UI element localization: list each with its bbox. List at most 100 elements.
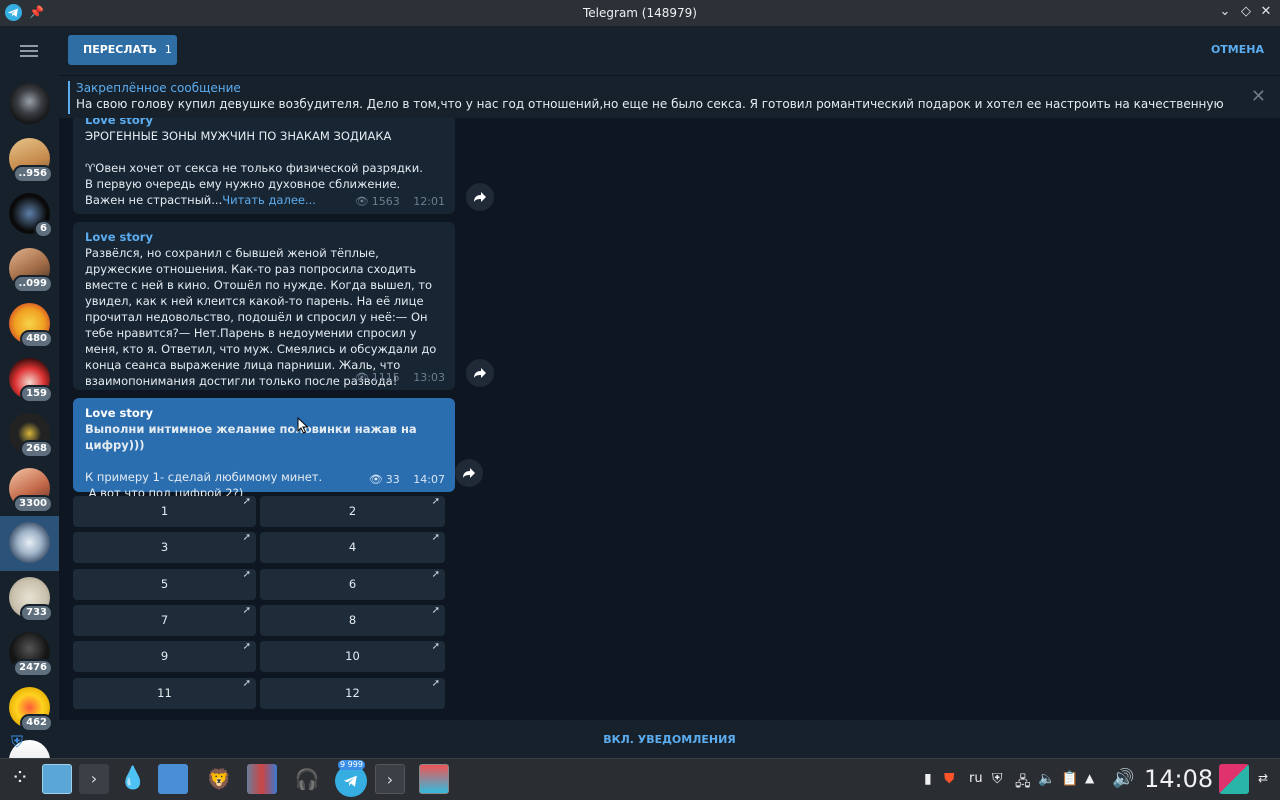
message-heading: ЭРОГЕННЫЕ ЗОНЫ МУЖЧИН ПО ЗНАКАМ ЗОДИАКА bbox=[85, 129, 392, 143]
tray-expand-icon[interactable]: ▲ bbox=[1085, 771, 1094, 785]
terminal-icon[interactable]: › bbox=[79, 764, 109, 794]
brave-tray-icon[interactable]: ⛊ bbox=[944, 771, 955, 787]
chat-item[interactable]: 268 bbox=[0, 407, 59, 462]
inline-button-12[interactable]: 12 ➚ bbox=[260, 678, 445, 709]
keyboard-layout[interactable]: ru bbox=[969, 771, 983, 786]
close-icon[interactable]: ✕ bbox=[1251, 86, 1266, 107]
message-bubble-selected[interactable]: Love story Выполни интимное желание поло… bbox=[73, 398, 455, 500]
views-count: 1115 bbox=[371, 371, 400, 384]
external-link-icon: ➚ bbox=[431, 605, 440, 616]
clipboard-icon[interactable]: 📋 bbox=[1061, 771, 1078, 787]
shield-icon: ⛨ bbox=[11, 732, 24, 751]
chat-item[interactable]: ⛨ bbox=[0, 732, 59, 758]
mouse-cursor-icon bbox=[297, 417, 309, 434]
close-window-icon[interactable]: ✕ bbox=[1257, 4, 1275, 19]
chat-item[interactable]: ..956 bbox=[0, 132, 59, 187]
inline-button-6[interactable]: 6 ➚ bbox=[260, 569, 445, 600]
unread-badge: 3300 bbox=[13, 495, 53, 513]
chat-item[interactable]: 480 bbox=[0, 297, 59, 352]
minimize-icon[interactable]: ⌄ bbox=[1216, 4, 1234, 19]
external-link-icon: ➚ bbox=[242, 678, 251, 689]
views-count: 1563 bbox=[371, 195, 400, 208]
forward-button[interactable]: ПЕРЕСЛАТЬ 1 bbox=[68, 35, 177, 65]
chat-item-active[interactable] bbox=[0, 516, 59, 571]
external-link-icon: ➚ bbox=[242, 641, 251, 652]
chat-item[interactable]: ..099 bbox=[0, 242, 59, 297]
share-icon[interactable] bbox=[466, 359, 494, 387]
maximize-icon[interactable]: ◇ bbox=[1237, 4, 1255, 19]
menu-icon[interactable] bbox=[20, 45, 38, 57]
unread-badge: 480 bbox=[20, 330, 53, 348]
share-icon[interactable] bbox=[466, 183, 494, 211]
shield-tray-icon[interactable]: ⛨ bbox=[992, 771, 1003, 787]
inline-button-5[interactable]: 5 ➚ bbox=[73, 569, 256, 600]
audio-editor-icon[interactable] bbox=[247, 764, 277, 794]
message-author: Love story bbox=[85, 230, 153, 244]
telegram-unread-badge: 9 999 bbox=[338, 760, 365, 770]
chat-item[interactable]: 3300 bbox=[0, 462, 59, 517]
external-link-icon: ➚ bbox=[242, 532, 251, 543]
external-link-icon: ➚ bbox=[242, 496, 251, 507]
screenshot-icon[interactable] bbox=[419, 764, 449, 794]
inline-button-2[interactable]: 2 ➚ bbox=[260, 496, 445, 527]
network-icon[interactable]: 🖧 bbox=[1015, 771, 1031, 795]
message-time: 12:01 bbox=[413, 195, 445, 208]
unread-badge: 6 bbox=[34, 220, 53, 238]
external-link-icon: ➚ bbox=[431, 569, 440, 580]
read-more-link[interactable]: Читать далее... bbox=[222, 193, 316, 207]
message-bubble[interactable]: Love story ЭРОГЕННЫЕ ЗОНЫ МУЖЧИН ПО ЗНАК… bbox=[73, 118, 455, 214]
views-icon: 👁 bbox=[354, 371, 369, 384]
chat-item[interactable]: 159 bbox=[0, 352, 59, 407]
views-icon: 👁 bbox=[354, 195, 369, 208]
message-meta: 👁 1115 13:03 bbox=[355, 370, 445, 386]
external-link-icon: ➚ bbox=[431, 678, 440, 689]
chat-item[interactable]: 6 bbox=[0, 187, 59, 242]
show-desktop-icon[interactable] bbox=[1219, 764, 1249, 794]
enable-notifications-button[interactable]: ВКЛ. УВЕДОМЛЕНИЯ bbox=[59, 720, 1280, 758]
brave-icon[interactable]: 🦁 bbox=[204, 764, 234, 794]
clock[interactable]: 14:08 bbox=[1144, 765, 1213, 793]
inline-button-10[interactable]: 10 ➚ bbox=[260, 641, 445, 672]
taskbar: ⁘ › 💧 🦁 🎧 9 999 › ▮ ⛊ ru ⛨ 🖧 🔈 📋 ▲ 🔊 14:… bbox=[0, 758, 1280, 800]
desktop-icon[interactable] bbox=[42, 764, 72, 794]
unread-badge: 733 bbox=[20, 604, 53, 622]
chat-item[interactable] bbox=[0, 77, 59, 132]
chat-item[interactable]: 462 bbox=[0, 681, 59, 736]
unread-badge: 268 bbox=[20, 440, 53, 458]
message-time: 13:03 bbox=[413, 371, 445, 384]
terminal-icon[interactable]: › bbox=[375, 764, 405, 794]
inline-button-1[interactable]: 1 ➚ bbox=[73, 496, 256, 527]
avatar bbox=[9, 522, 50, 563]
inline-button-9[interactable]: 9 ➚ bbox=[73, 641, 256, 672]
forward-label: ПЕРЕСЛАТЬ bbox=[83, 43, 157, 56]
inline-button-8[interactable]: 8 ➚ bbox=[260, 605, 445, 636]
browser-drop-icon[interactable]: 💧 bbox=[118, 764, 148, 794]
title-bar: 📌 Telegram (148979) ⌄ ◇ ✕ bbox=[0, 0, 1280, 26]
panel-settings-icon[interactable]: ⇄ bbox=[1258, 771, 1268, 785]
chat-item[interactable]: 733 bbox=[0, 571, 59, 626]
message-bubble[interactable]: Love story Развёлся, но сохранил с бывше… bbox=[73, 222, 455, 390]
chat-list-sidebar: ..956 6 ..099 480 159 268 3300 733 2476 … bbox=[0, 26, 59, 758]
chat-item[interactable]: 2476 bbox=[0, 626, 59, 681]
telegram-taskbar-icon[interactable]: 9 999 bbox=[335, 760, 367, 797]
selection-header: ПЕРЕСЛАТЬ 1 ОТМЕНА bbox=[59, 26, 1280, 75]
inline-button-4[interactable]: 4 ➚ bbox=[260, 532, 445, 563]
volume-icon[interactable]: 🔊 bbox=[1112, 768, 1134, 789]
external-link-icon: ➚ bbox=[242, 605, 251, 616]
inline-button-7[interactable]: 7 ➚ bbox=[73, 605, 256, 636]
usb-icon[interactable]: ▮ bbox=[924, 771, 932, 787]
external-link-icon: ➚ bbox=[431, 496, 440, 507]
avatar bbox=[9, 83, 50, 124]
pinned-message-bar[interactable]: Закреплённое сообщение На свою голову ку… bbox=[59, 75, 1280, 118]
unread-badge: ..956 bbox=[12, 165, 53, 183]
volume-small-icon[interactable]: 🔈 bbox=[1038, 771, 1055, 787]
cancel-button[interactable]: ОТМЕНА bbox=[1211, 43, 1264, 56]
pinned-text: На свою голову купил девушке возбудителя… bbox=[76, 97, 1226, 111]
inline-button-11[interactable]: 11 ➚ bbox=[73, 678, 256, 709]
forward-count: 1 bbox=[164, 43, 172, 56]
app-launcher-icon[interactable]: ⁘ bbox=[5, 764, 35, 794]
share-icon[interactable] bbox=[455, 459, 483, 487]
headphones-icon[interactable]: 🎧 bbox=[292, 764, 322, 794]
file-manager-icon[interactable] bbox=[158, 764, 188, 794]
inline-button-3[interactable]: 3 ➚ bbox=[73, 532, 256, 563]
